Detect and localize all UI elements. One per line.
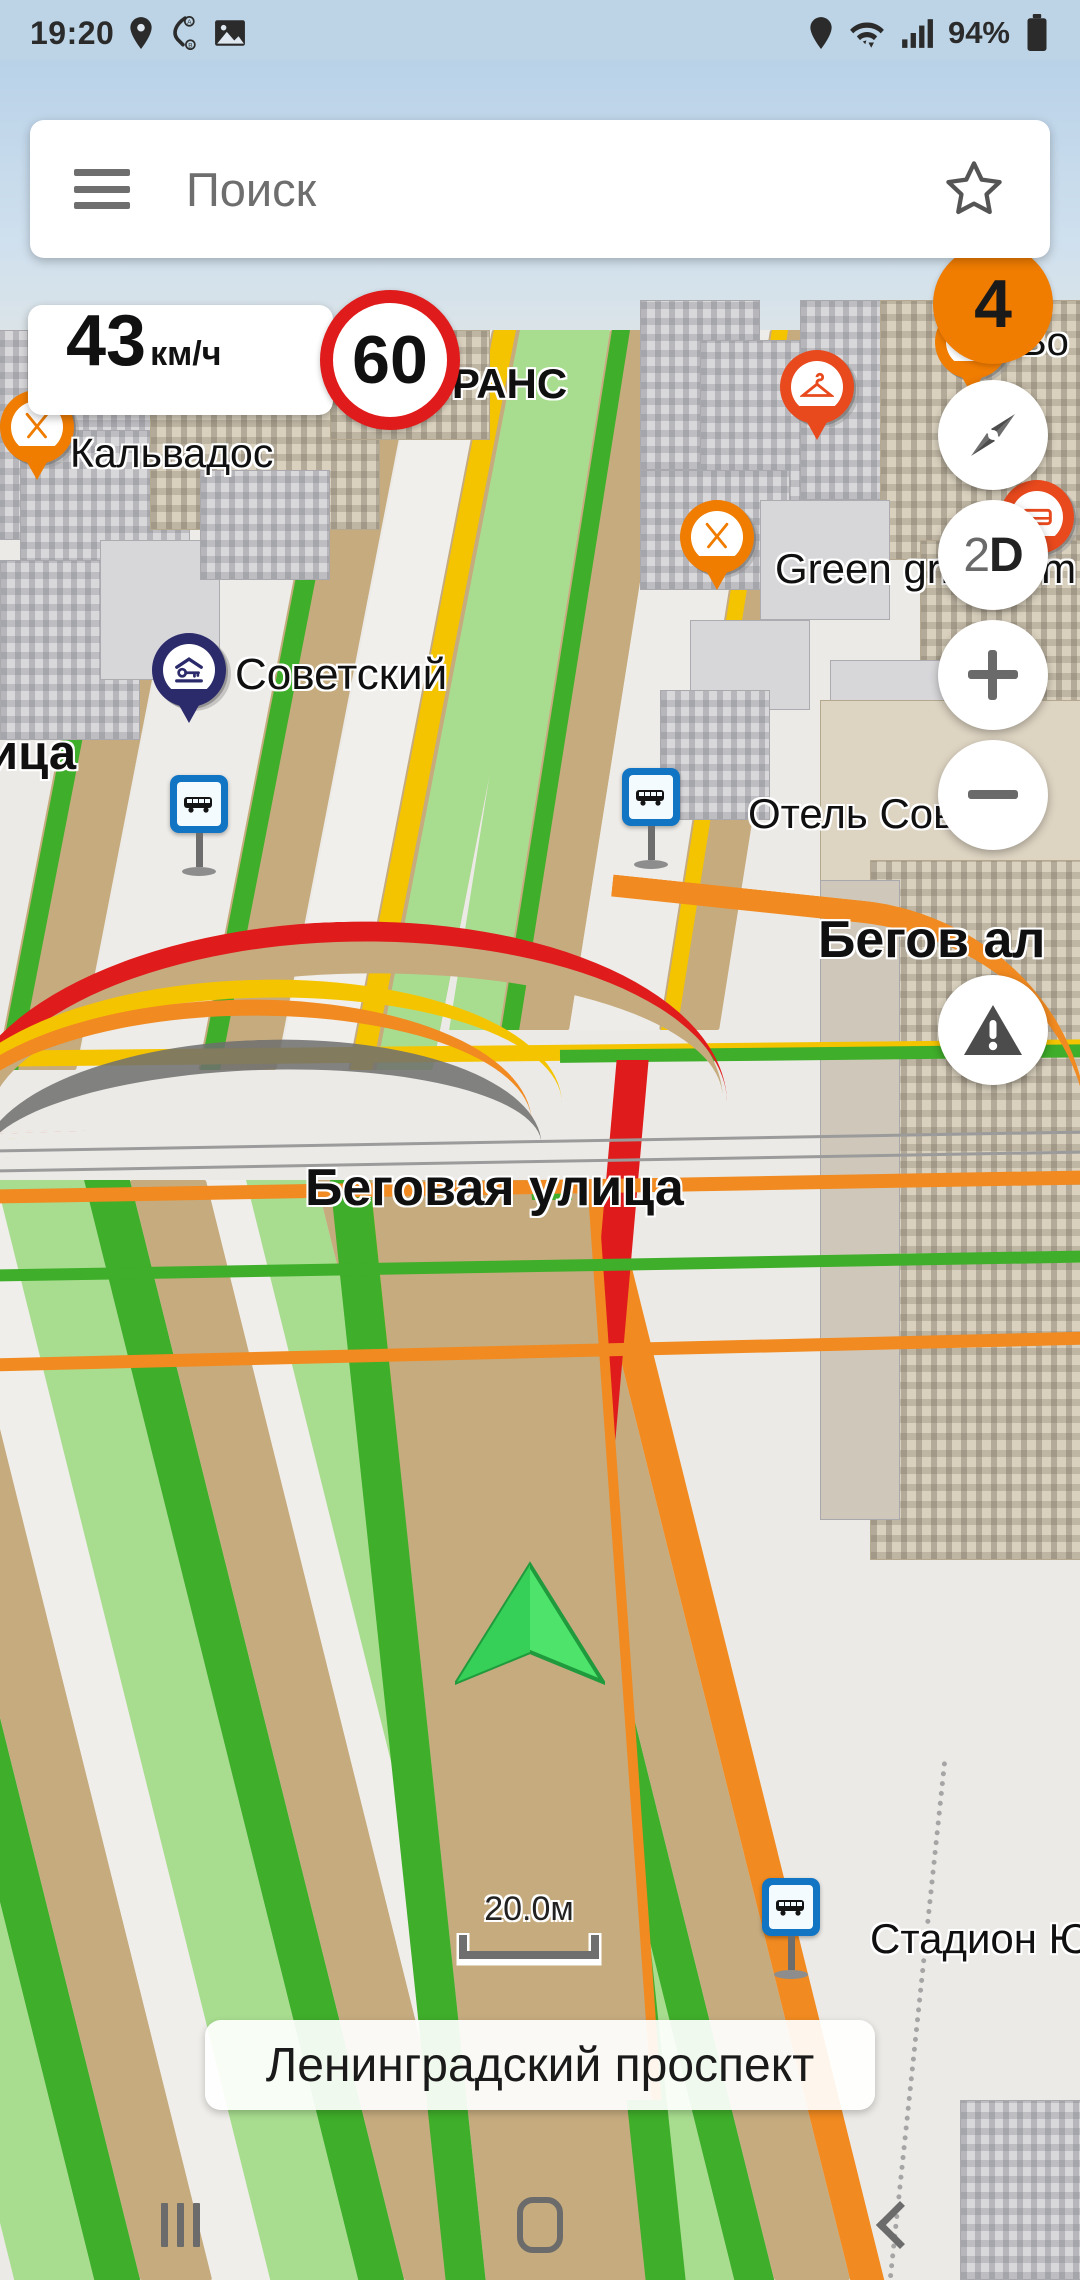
bus-stop-hotel-sov[interactable] bbox=[622, 768, 680, 869]
bus-stop-icon bbox=[636, 790, 664, 806]
bus-stop-left[interactable] bbox=[170, 775, 228, 876]
map-label-kalvados: Кальвадос bbox=[70, 430, 274, 476]
zoom-out-button[interactable] bbox=[938, 740, 1048, 850]
speed-limit-sign: 60 bbox=[320, 290, 460, 430]
back-button[interactable] bbox=[840, 2170, 960, 2280]
speed-panel: 43 км/ч bbox=[28, 305, 333, 415]
battery-percentage: 94% bbox=[947, 15, 1010, 50]
report-alert-button[interactable] bbox=[938, 975, 1048, 1085]
hotel-key-icon bbox=[175, 657, 203, 683]
navigation-app-screen: АТРАНС Кальвадос Во Green grill room Сов… bbox=[0, 0, 1080, 2280]
speed-limit-value: 60 bbox=[352, 322, 428, 398]
scale-label: 20.0м bbox=[484, 1890, 574, 1928]
map-label-begovaya-alleya: Бегов ал bbox=[818, 911, 1046, 969]
current-speed-value: 43 bbox=[66, 301, 147, 381]
view-mode-button[interactable]: 2D bbox=[938, 500, 1048, 610]
view-mode-suffix: D bbox=[989, 528, 1024, 582]
svg-text:B: B bbox=[189, 42, 193, 49]
navigation-ab-icon: A B bbox=[173, 16, 197, 50]
recents-button[interactable] bbox=[120, 2170, 240, 2280]
back-icon bbox=[875, 2200, 925, 2250]
speed-unit-label: км/ч bbox=[150, 335, 222, 373]
minus-icon bbox=[968, 790, 1018, 799]
view-mode-prefix: 2 bbox=[963, 528, 990, 582]
map-scale-bar: 20.0м bbox=[455, 1890, 603, 1972]
poi-marker-clothing[interactable] bbox=[780, 350, 854, 424]
system-navigation-bar bbox=[0, 2170, 1080, 2280]
map-label-begovaya-ulitsa: Беговая улица bbox=[305, 1159, 684, 1217]
location-pin-icon bbox=[810, 17, 832, 49]
poi-cluster-count: 4 bbox=[974, 266, 1012, 342]
restaurant-icon bbox=[25, 412, 49, 439]
current-street-plate[interactable]: Ленинградский проспект bbox=[205, 2020, 875, 2110]
hamburger-menu-icon[interactable] bbox=[74, 169, 130, 209]
poi-cluster-badge[interactable]: 4 bbox=[933, 244, 1053, 364]
scale-bracket-icon bbox=[456, 1933, 602, 1966]
search-bar[interactable]: Поиск bbox=[30, 120, 1050, 258]
warning-triangle-icon bbox=[964, 1005, 1022, 1055]
plus-icon-vertical bbox=[988, 650, 997, 700]
compass-icon bbox=[971, 414, 1015, 456]
map-label-sovetsky: Советский bbox=[235, 650, 448, 699]
location-pin-icon bbox=[130, 17, 152, 49]
restaurant-icon bbox=[705, 522, 729, 549]
clothes-hanger-icon bbox=[800, 372, 834, 397]
image-icon bbox=[215, 20, 246, 46]
map-label-itsa: ица bbox=[0, 726, 77, 780]
wifi-icon bbox=[850, 22, 884, 48]
battery-icon bbox=[1027, 14, 1047, 51]
home-button[interactable] bbox=[480, 2170, 600, 2280]
bus-stop-icon bbox=[776, 1900, 804, 1916]
compass-button[interactable] bbox=[938, 380, 1048, 490]
map-label-hotel-sov: Отель Сов bbox=[748, 790, 956, 837]
poi-marker-sovetsky[interactable] bbox=[152, 633, 226, 707]
status-bar-clock: 19:20 bbox=[30, 14, 115, 51]
vehicle-position-arrow bbox=[452, 1560, 608, 1695]
zoom-in-button[interactable] bbox=[938, 620, 1048, 730]
home-icon bbox=[517, 2197, 563, 2253]
recents-icon bbox=[160, 2203, 200, 2247]
current-street-name: Ленинградский проспект bbox=[265, 2038, 815, 2092]
bus-stop-icon bbox=[184, 797, 212, 813]
map-label-stadion: Стадион Юн bbox=[870, 1915, 1080, 1962]
star-outline-icon[interactable] bbox=[942, 157, 1006, 221]
poi-marker-green-grill[interactable] bbox=[680, 500, 754, 574]
bus-stop-stadion[interactable] bbox=[762, 1878, 820, 1979]
status-bar: 19:20 A B 94% bbox=[0, 0, 1080, 66]
building bbox=[200, 470, 330, 580]
cellular-signal-icon bbox=[902, 19, 933, 48]
search-input[interactable]: Поиск bbox=[186, 162, 942, 217]
